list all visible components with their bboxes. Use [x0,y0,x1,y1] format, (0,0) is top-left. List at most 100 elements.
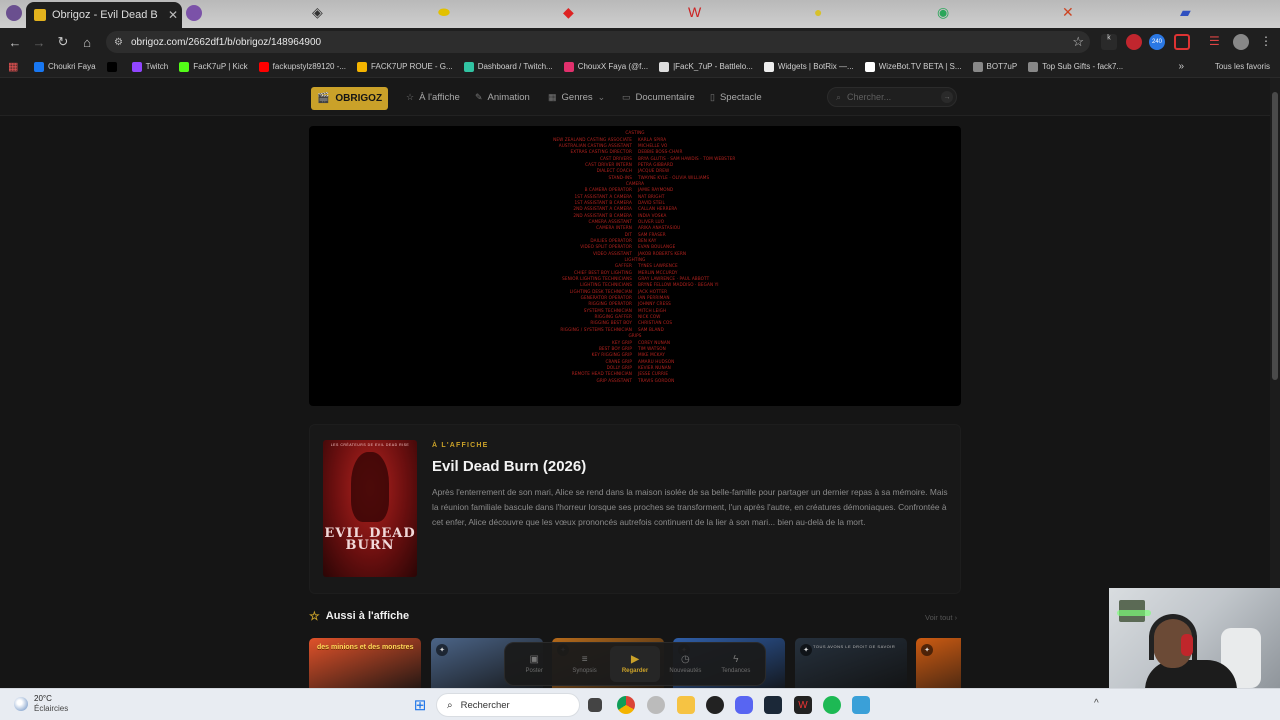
site-logo[interactable]: 🎬 OBRIGOZ [311,87,388,110]
poster-title: EVIL DEAD BURN [324,526,416,553]
bookmark-item[interactable]: FacK7uP | Kick [179,61,248,72]
task-view-icon[interactable] [588,698,602,712]
movie-card[interactable]: ✦ TOUS AVONS LE DROIT DE SAVOIR [795,638,907,688]
credit-line: RIGGING OPERATOR JOHNNY CRESS [309,301,961,307]
nav-item-affiche[interactable]: ☆ À l'affiche [406,92,460,103]
bookmark-item[interactable]: BOT7uP [972,61,1017,72]
credit-heading-text: LIGHTING [624,257,646,263]
discord-icon[interactable] [735,696,753,714]
credit-name: DEBBIE BOSS-CHAIR [638,149,683,155]
menu-kebab-icon[interactable]: ⋮ [1258,34,1274,50]
bookmark-star-icon[interactable]: ☆ [1072,34,1084,50]
bookmark-item[interactable]: Choukri Faya [34,61,96,72]
system-tray-chevron-icon[interactable]: ^ [1094,698,1099,709]
bookmark-item[interactable]: Twitch [131,61,169,72]
globe-icon [972,61,983,72]
forward-arrow-icon[interactable]: → [27,30,51,54]
chrome-icon[interactable] [617,696,635,714]
active-tab[interactable]: Obrigoz - Evil Dead Burn (2 ✕ [26,2,182,28]
bookmark-item[interactable]: ChouxX Faya (@f... [563,61,648,72]
windows-start-icon[interactable]: ⊞ [411,696,429,714]
app-icon[interactable] [647,696,665,714]
dock-synopsis-button[interactable]: ≡ Synopsis [559,646,609,682]
credit-line: B CAMERA OPERATOR JAMIE RAYMOND [309,187,961,193]
credit-role: GRIP ASSISTANT [596,377,632,383]
botrix-icon [763,61,774,72]
credit-role: AUSTRALIAN CASTING ASSISTANT [558,142,632,148]
bookmark-item[interactable]: WizeBot.TV BETA | S... [864,61,962,72]
dock-poster-button[interactable]: ▣ Poster [509,646,559,682]
bookmark-item[interactable]: Dashboard / Twitch... [463,61,553,72]
site-info-icon[interactable]: ⚙ [114,37,123,48]
nav-item-documentaire[interactable]: ▭ Documentaire [622,92,695,103]
movie-card[interactable]: ✦ [916,638,961,688]
file-explorer-icon[interactable] [677,696,695,714]
bookmark-item[interactable]: Widgets | BotRix —... [763,61,854,72]
scrollbar-thumb[interactable] [1272,92,1278,380]
instagram-icon [563,61,574,72]
movie-poster[interactable]: LES CRÉATEURS DE EVIL DEAD RISE EVIL DEA… [323,440,417,577]
dock-nouveauts-button[interactable]: ◷ Nouveautés [660,646,710,682]
credit-heading: CAMERA [309,181,961,187]
site-navbar: 🎬 OBRIGOZ ☆ À l'affiche ✎ Animation ▦ Genre… [0,78,1270,116]
profile-avatar-icon[interactable] [6,5,22,21]
back-arrow-icon[interactable]: ← [3,30,27,54]
bookmark-item[interactable]: |FacK_7uP - Battlelo... [659,61,753,72]
reload-icon[interactable]: ↻ [51,30,75,54]
address-bar[interactable]: ⚙ obrigoz.com/2662df1/b/obrigoz/14896490… [106,31,1090,53]
credit-line: CAMERA INTERN ARIKA ANASTASIOU [309,225,961,231]
bookmark-item[interactable]: Top Sub Gifts - fack7... [1028,61,1123,72]
credit-role: RIGGING / SYSTEMS TECHNICIAN [560,326,632,332]
more-bookmarks-icon[interactable]: » [1178,61,1184,72]
extension-badge-icon[interactable]: 240 [1149,34,1165,50]
spotify-icon[interactable] [823,696,841,714]
apps-grid-icon[interactable]: ▦ [8,60,22,73]
movie-card[interactable]: des minions et des monstres [309,638,421,688]
dock-label: Poster [525,668,543,674]
credit-name: NICK COW [638,314,661,320]
bookmark-label: Dashboard / Twitch... [477,62,553,71]
all-bookmarks[interactable]: Tous les favoris [1215,62,1270,71]
credit-role: DIT [624,231,632,237]
home-icon[interactable]: ⌂ [75,30,99,54]
nav-item-genres[interactable]: ▦ Genres ⌄ [548,92,605,103]
nav-item-spectacle[interactable]: ▯ Spectacle [710,92,762,103]
nav-item-animation[interactable]: ✎ Animation [475,92,530,103]
credit-name: BEN KAY [638,238,657,244]
see-all-link[interactable]: Voir tout › [925,613,957,622]
bookmark-item[interactable] [106,61,121,72]
bookmark-label: Choukri Faya [48,62,96,71]
bookmark-label: WizeBot.TV BETA | S... [878,62,962,71]
steam-icon[interactable] [764,696,782,714]
credit-role: VIDEO SPLIT OPERATOR [580,244,632,250]
taskbar-search[interactable]: ⌕ Rechercher [436,693,580,717]
nav-label: Animation [487,92,530,103]
weather-widget[interactable]: 20°C Éclaircies [14,694,68,714]
video-player[interactable]: CASTING NEW ZEALAND CASTING ASSOCIATE KARL… [309,126,961,406]
notepad-icon[interactable] [852,696,870,714]
tab-media-icon[interactable] [186,5,202,21]
reading-list-icon[interactable]: ☰ [1209,34,1225,50]
credit-role: GENERATOR OPERATOR [580,295,632,301]
webcam-person-body [1145,660,1237,688]
profile-icon[interactable] [1233,34,1249,50]
bookmark-item[interactable]: FACK7UP ROUE - G... [357,61,453,72]
obs-icon[interactable] [706,696,724,714]
credit-name: TRAVIS GORDON [638,377,675,383]
bookmark-item[interactable]: fackupstylz89120 -... [258,61,346,72]
dock-regarder-button[interactable]: ▶ Regarder [609,646,661,682]
search-input[interactable] [847,92,940,102]
adblock-extension-icon[interactable] [1126,34,1142,50]
close-tab-icon[interactable]: ✕ [164,8,182,22]
extension-icon[interactable]: ᵏ [1101,34,1117,50]
dock-tendances-button[interactable]: ϟ Tendances [711,646,761,682]
twitch-icon [131,61,142,72]
search-submit-icon[interactable]: → [941,91,953,103]
credit-line: DIALECT COACH JACQUE DREW [309,168,961,174]
kick-icon [179,61,190,72]
bookmark-label: Twitch [145,62,169,71]
clock-icon: ◷ [681,654,690,665]
windows-taskbar: 20°C Éclaircies ⊞ ⌕ Rechercher W ^ [0,688,1280,720]
extensions-puzzle-icon[interactable] [1174,34,1190,50]
game-app-icon[interactable]: W [794,696,812,714]
